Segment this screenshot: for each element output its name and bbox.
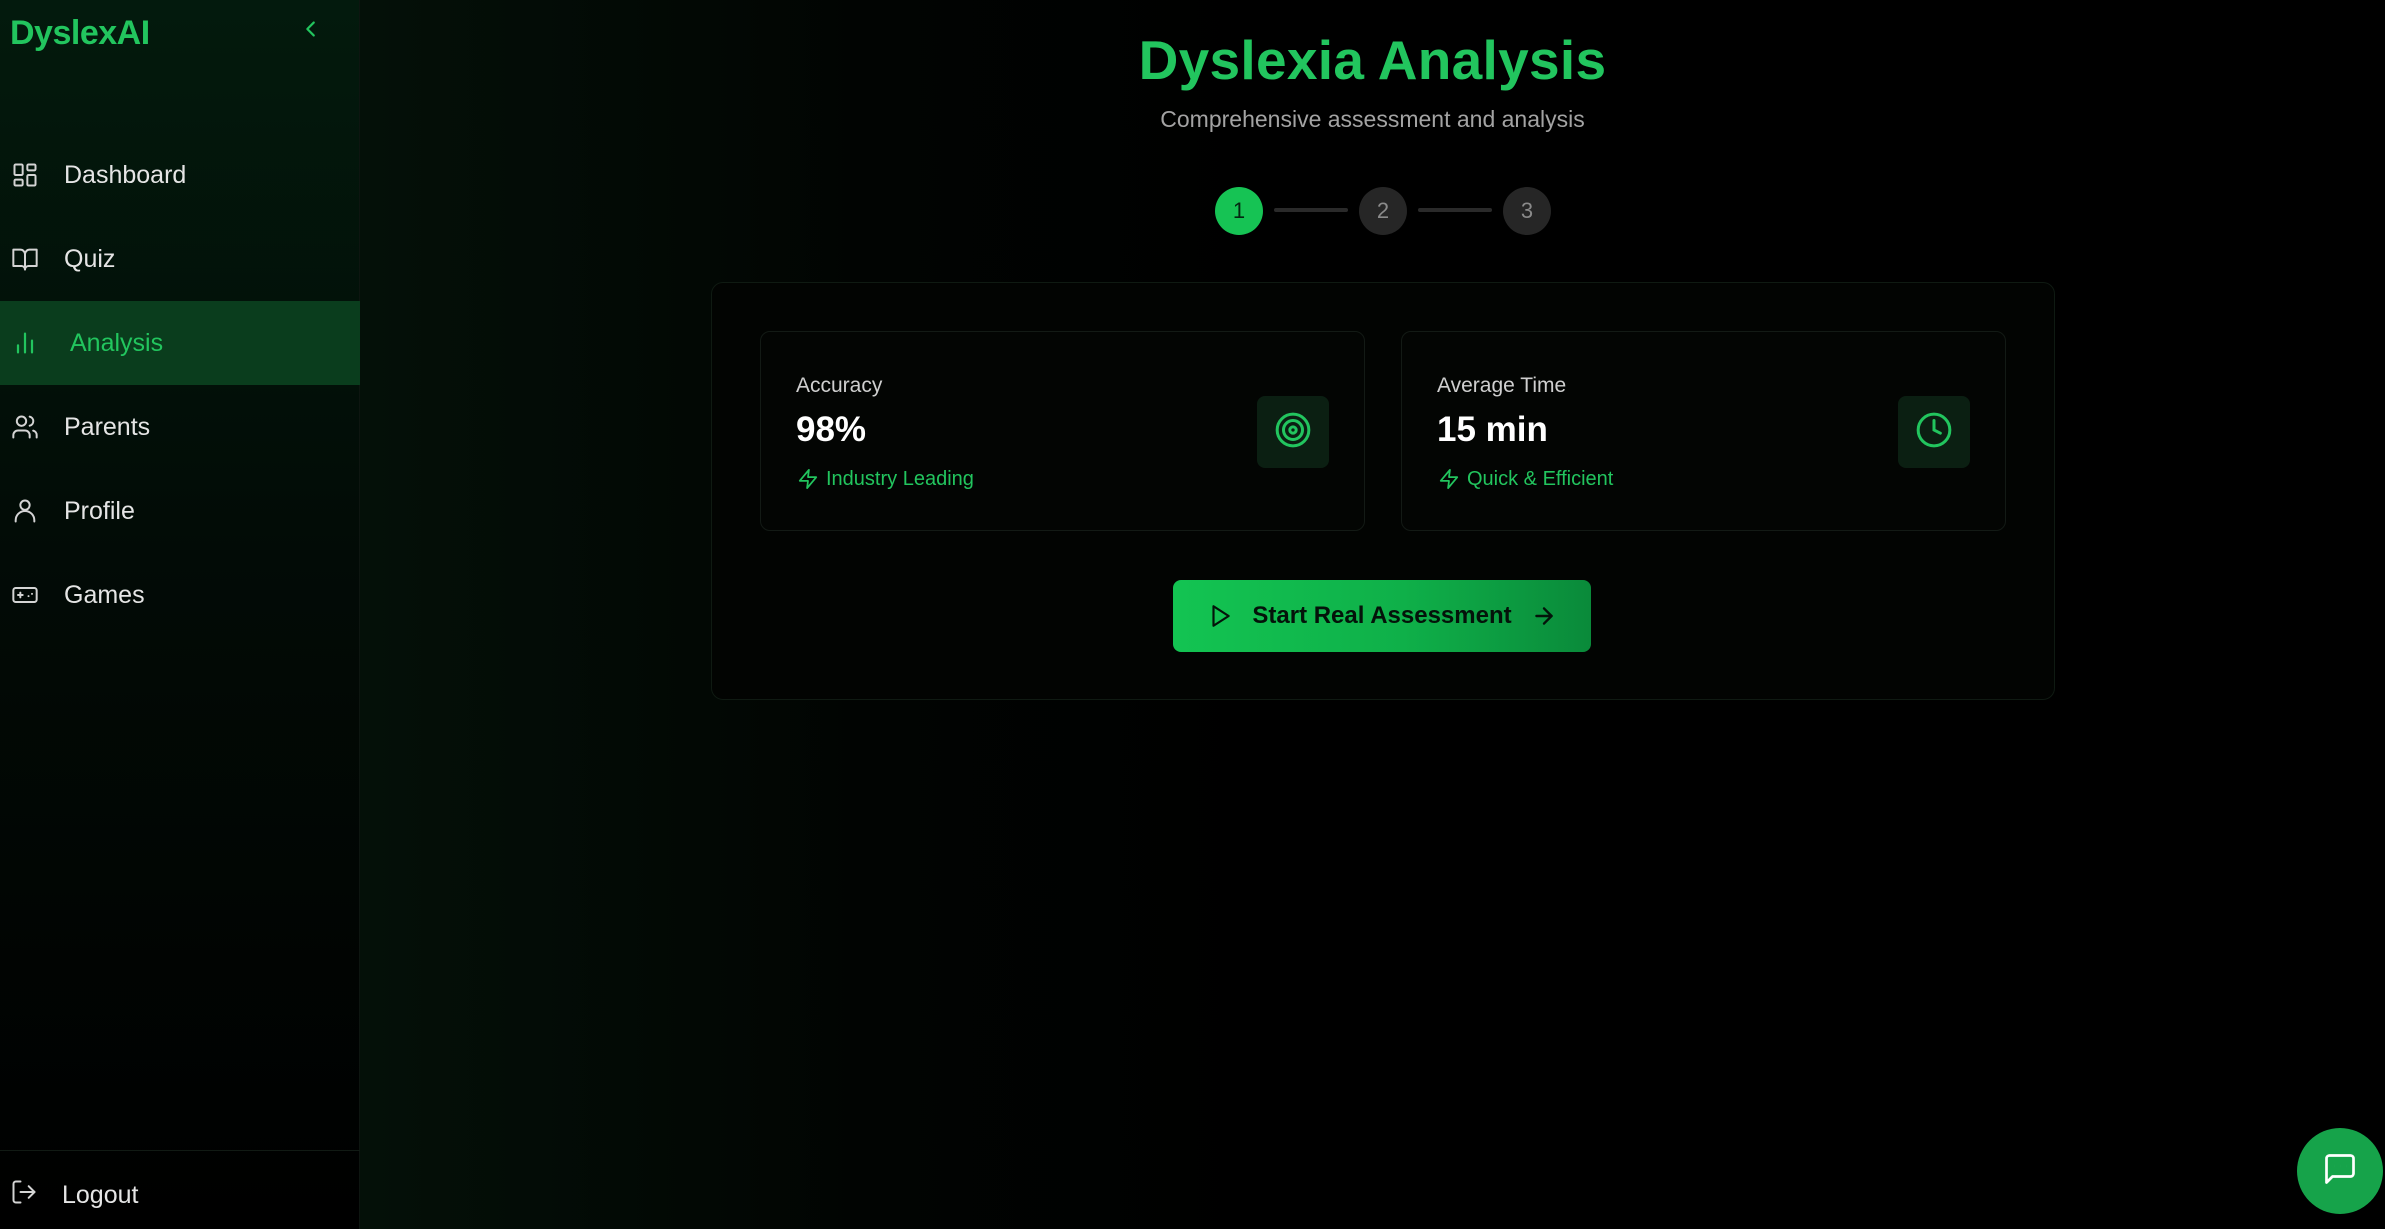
sidebar-item-label: Analysis (70, 328, 164, 357)
sidebar-item-dashboard[interactable]: Dashboard (0, 133, 360, 217)
sidebar-divider (0, 1150, 360, 1151)
stat-note: Quick & Efficient (1437, 467, 1613, 491)
step-2[interactable]: 2 (1359, 187, 1407, 235)
step-connector (1274, 208, 1348, 212)
logout-label: Logout (62, 1180, 139, 1209)
gamepad-icon (10, 580, 40, 610)
stat-label: Accuracy (796, 374, 883, 397)
play-icon (1206, 602, 1234, 630)
sidebar-item-label: Profile (64, 496, 135, 525)
step-3[interactable]: 3 (1503, 187, 1551, 235)
app-root: DyslexAI Dashboard Quiz Analysis Parents… (0, 0, 2385, 1229)
assessment-panel: Accuracy 98% Industry Leading Average Ti… (711, 282, 2055, 700)
logout-icon (10, 1178, 38, 1213)
stat-icon-container (1257, 396, 1329, 468)
logout-button[interactable]: Logout (0, 1153, 360, 1229)
brand-logo[interactable]: DyslexAI (10, 14, 150, 53)
step-connector (1418, 208, 1492, 212)
step-1[interactable]: 1 (1215, 187, 1263, 235)
layout-grid-icon (10, 160, 40, 190)
book-open-icon (10, 244, 40, 274)
sidebar-nav: Dashboard Quiz Analysis Parents Profile … (0, 133, 360, 637)
stat-note: Industry Leading (796, 467, 974, 491)
message-square-icon (2322, 1151, 2358, 1192)
users-icon (10, 412, 40, 442)
sidebar-item-profile[interactable]: Profile (0, 469, 360, 553)
clock-icon (1915, 411, 1953, 454)
stat-note-text: Industry Leading (826, 467, 974, 490)
sidebar: DyslexAI Dashboard Quiz Analysis Parents… (0, 0, 360, 1229)
stat-note-text: Quick & Efficient (1467, 467, 1614, 490)
page-subtitle: Comprehensive assessment and analysis (1160, 106, 1585, 132)
sidebar-item-quiz[interactable]: Quiz (0, 217, 360, 301)
chevron-left-icon (300, 18, 322, 45)
arrow-right-icon (1530, 602, 1558, 630)
sidebar-item-label: Dashboard (64, 160, 187, 189)
sidebar-item-label: Games (64, 580, 145, 609)
page-title: Dyslexia Analysis (1138, 29, 1607, 91)
target-icon (1274, 411, 1312, 454)
zap-icon (796, 467, 820, 491)
main-content: Dyslexia Analysis Comprehensive assessme… (360, 0, 2385, 1229)
stat-card-average-time: Average Time 15 min Quick & Efficient (1401, 331, 2006, 531)
sidebar-item-label: Parents (64, 412, 151, 441)
sidebar-collapse-button[interactable] (296, 16, 326, 46)
stat-value: 15 min (1437, 410, 1548, 449)
sidebar-item-label: Quiz (64, 244, 116, 273)
stat-card-accuracy: Accuracy 98% Industry Leading (760, 331, 1365, 531)
start-assessment-button[interactable]: Start Real Assessment (1173, 580, 1591, 652)
user-icon (10, 496, 40, 526)
sidebar-item-games[interactable]: Games (0, 553, 360, 637)
zap-icon (1437, 467, 1461, 491)
stat-label: Average Time (1437, 374, 1567, 397)
sidebar-item-analysis[interactable]: Analysis (0, 301, 360, 385)
start-assessment-label: Start Real Assessment (1252, 602, 1512, 629)
chat-button[interactable] (2297, 1128, 2383, 1214)
stat-value: 98% (796, 410, 867, 449)
sidebar-item-parents[interactable]: Parents (0, 385, 360, 469)
bar-chart-icon (10, 328, 40, 358)
stat-icon-container (1898, 396, 1970, 468)
